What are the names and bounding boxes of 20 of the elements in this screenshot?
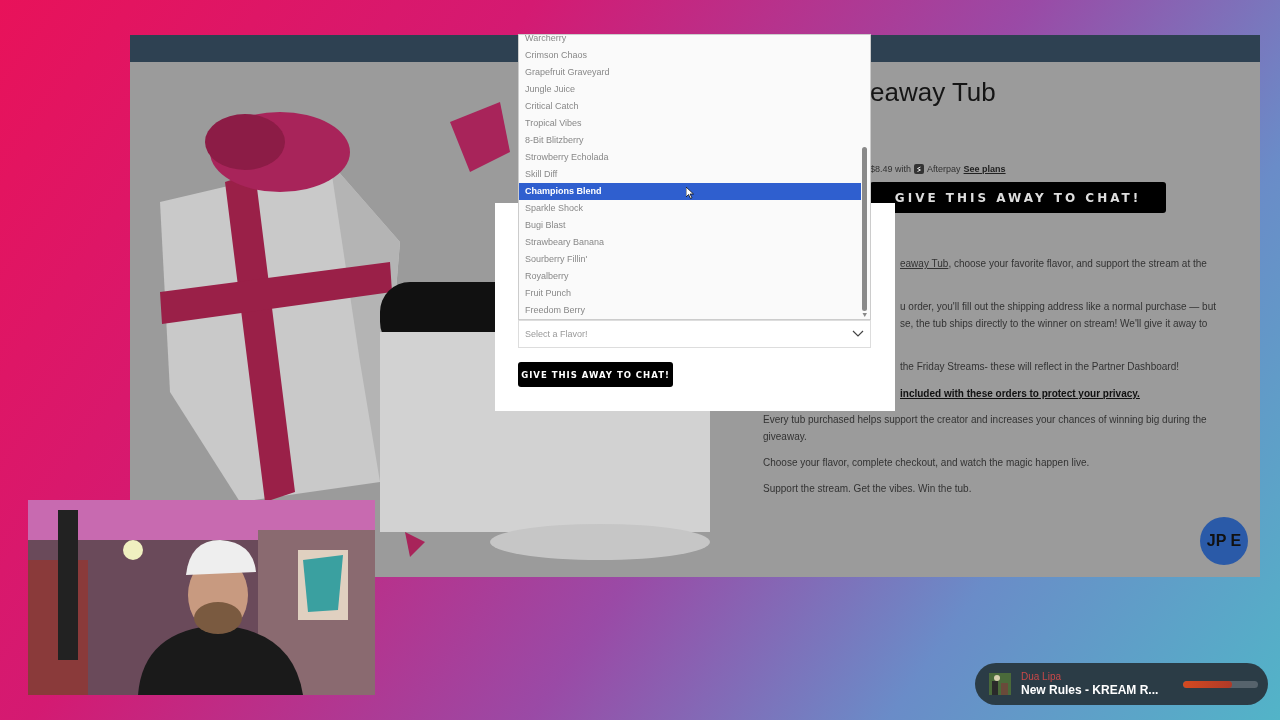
product-title: eaway Tub xyxy=(870,76,997,108)
artist-name: Dua Lipa xyxy=(1021,670,1063,683)
privacy-note: included with these orders to protect your privacy. xyxy=(900,387,1141,401)
description-line: u order, you'll fill out the shipping address like a normal purchase — but xyxy=(900,300,1217,314)
see-plans-link[interactable]: See plans xyxy=(963,164,1006,174)
chevron-icon xyxy=(852,330,864,338)
give-away-button[interactable]: GIVE THIS AWAY TO CHAT! xyxy=(870,182,1166,213)
description-line: the Friday Streams- these will reflect in the Partner Dashboard! xyxy=(900,360,1180,374)
payment-provider: Afterpay xyxy=(927,164,961,174)
description-line: eaway Tub, choose your favorite flavor, and support the stream at the xyxy=(900,257,1208,271)
song-title: New Rules - KREAM R... xyxy=(1021,683,1160,698)
description-paragraph: Every tub purchased helps support the creator and increases your chances of winning big during the giveaway. xyxy=(763,413,1208,444)
flavor-option[interactable]: Crimson Chaos xyxy=(519,47,861,64)
description-paragraph: Choose your flavor, complete checkout, and watch the magic happen live. xyxy=(763,456,1091,470)
payment-icon xyxy=(914,164,925,174)
description-paragraph: Support the stream. Get the vibes. Win the tub. xyxy=(763,482,973,496)
chat-badge[interactable]: JP E xyxy=(1200,517,1248,565)
description-line: se, the tub ships directly to the winner on stream! We'll give it away to xyxy=(900,317,1209,331)
flavor-option[interactable]: Warcherry xyxy=(519,35,861,47)
price-text: $8.49 with xyxy=(870,164,912,174)
